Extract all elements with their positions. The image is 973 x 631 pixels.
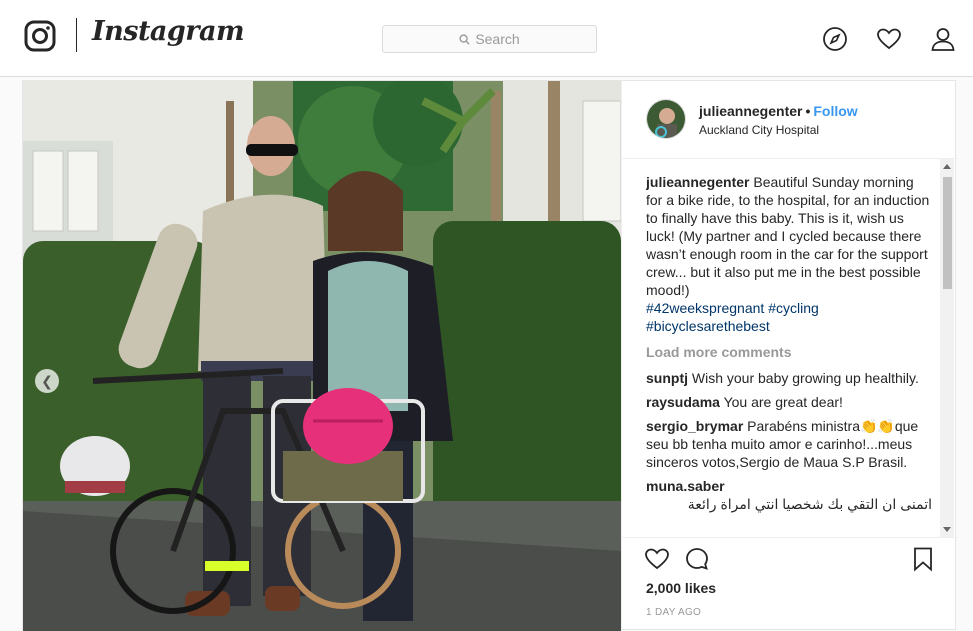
search-placeholder: Search bbox=[475, 31, 520, 47]
instagram-wordmark[interactable]: Instagram bbox=[92, 16, 245, 47]
post-timestamp[interactable]: 1 DAY AGO bbox=[646, 607, 701, 618]
comments-scrollbar[interactable] bbox=[940, 159, 954, 537]
comment-item: muna.saber اتمنى ان التقي بك شخصيا انتي … bbox=[646, 477, 932, 513]
post-photo[interactable]: ❮ bbox=[23, 81, 621, 631]
search-icon bbox=[459, 33, 470, 45]
avatar[interactable] bbox=[646, 99, 686, 139]
likes-count[interactable]: 2,000 likes bbox=[646, 580, 716, 596]
comment-item: raysudama You are great dear! bbox=[646, 393, 932, 411]
comment-item: sergio_brymar Parabéns ministra👏👏que seu… bbox=[646, 417, 932, 471]
post-card: ❮ julieannegenter • Follow Auckland City H… bbox=[22, 80, 958, 631]
post-location[interactable]: Auckland City Hospital bbox=[699, 123, 819, 137]
comment-text: You are great dear! bbox=[723, 394, 843, 410]
logo-divider bbox=[76, 18, 77, 52]
like-heart-icon[interactable] bbox=[644, 546, 670, 572]
scroll-thumb[interactable] bbox=[943, 177, 952, 289]
hashtag[interactable]: #bicyclesarethebest bbox=[646, 318, 770, 334]
comment-bubble-icon[interactable] bbox=[684, 546, 710, 572]
compass-icon[interactable] bbox=[822, 26, 848, 52]
comment-username[interactable]: raysudama bbox=[646, 394, 720, 410]
post-photo-illustration bbox=[23, 81, 621, 631]
scroll-up-arrow-icon[interactable] bbox=[943, 164, 951, 169]
hashtag[interactable]: #42weekspregnant bbox=[646, 300, 764, 316]
post-caption: julieannegenter Beautiful Sunday morning… bbox=[646, 173, 932, 335]
profile-icon[interactable] bbox=[930, 26, 956, 52]
search-input[interactable]: Search bbox=[382, 25, 597, 53]
comment-text: اتمنى ان التقي بك شخصيا انتي امراة رائعة bbox=[687, 496, 932, 512]
caption-username[interactable]: julieannegenter bbox=[646, 174, 749, 190]
post-header: julieannegenter • Follow Auckland City Hos… bbox=[622, 81, 958, 159]
comment-username[interactable]: sunptj bbox=[646, 370, 688, 386]
caption-text: Beautiful Sunday morning for a bike ride… bbox=[646, 174, 930, 298]
heart-icon[interactable] bbox=[876, 26, 902, 52]
scroll-down-arrow-icon[interactable] bbox=[943, 527, 951, 532]
follow-button[interactable]: Follow bbox=[813, 103, 857, 119]
post-actions: 2,000 likes 1 DAY AGO bbox=[622, 537, 958, 631]
comment-item: sunptj Wish your baby growing up healthi… bbox=[646, 369, 932, 387]
comment-username[interactable]: sergio_brymar bbox=[646, 418, 743, 434]
comment-text: Wish your baby growing up healthily. bbox=[691, 370, 919, 386]
chevron-left-icon: ❮ bbox=[41, 372, 53, 389]
top-nav-bar: Instagram Search bbox=[0, 0, 973, 77]
post-username[interactable]: julieannegenter bbox=[699, 103, 802, 119]
post-author: julieannegenter • Follow bbox=[699, 103, 858, 119]
post-sidebar: julieannegenter • Follow Auckland City Hos… bbox=[621, 81, 958, 631]
comments-list[interactable]: julieannegenter Beautiful Sunday morning… bbox=[646, 173, 932, 533]
load-more-comments-button[interactable]: Load more comments bbox=[646, 343, 932, 361]
hashtag[interactable]: #cycling bbox=[768, 300, 819, 316]
comment-username[interactable]: muna.saber bbox=[646, 478, 725, 494]
bookmark-icon[interactable] bbox=[910, 546, 936, 572]
instagram-logo-icon[interactable] bbox=[24, 20, 56, 52]
carousel-prev-button[interactable]: ❮ bbox=[35, 369, 59, 393]
separator-dot: • bbox=[805, 103, 811, 119]
